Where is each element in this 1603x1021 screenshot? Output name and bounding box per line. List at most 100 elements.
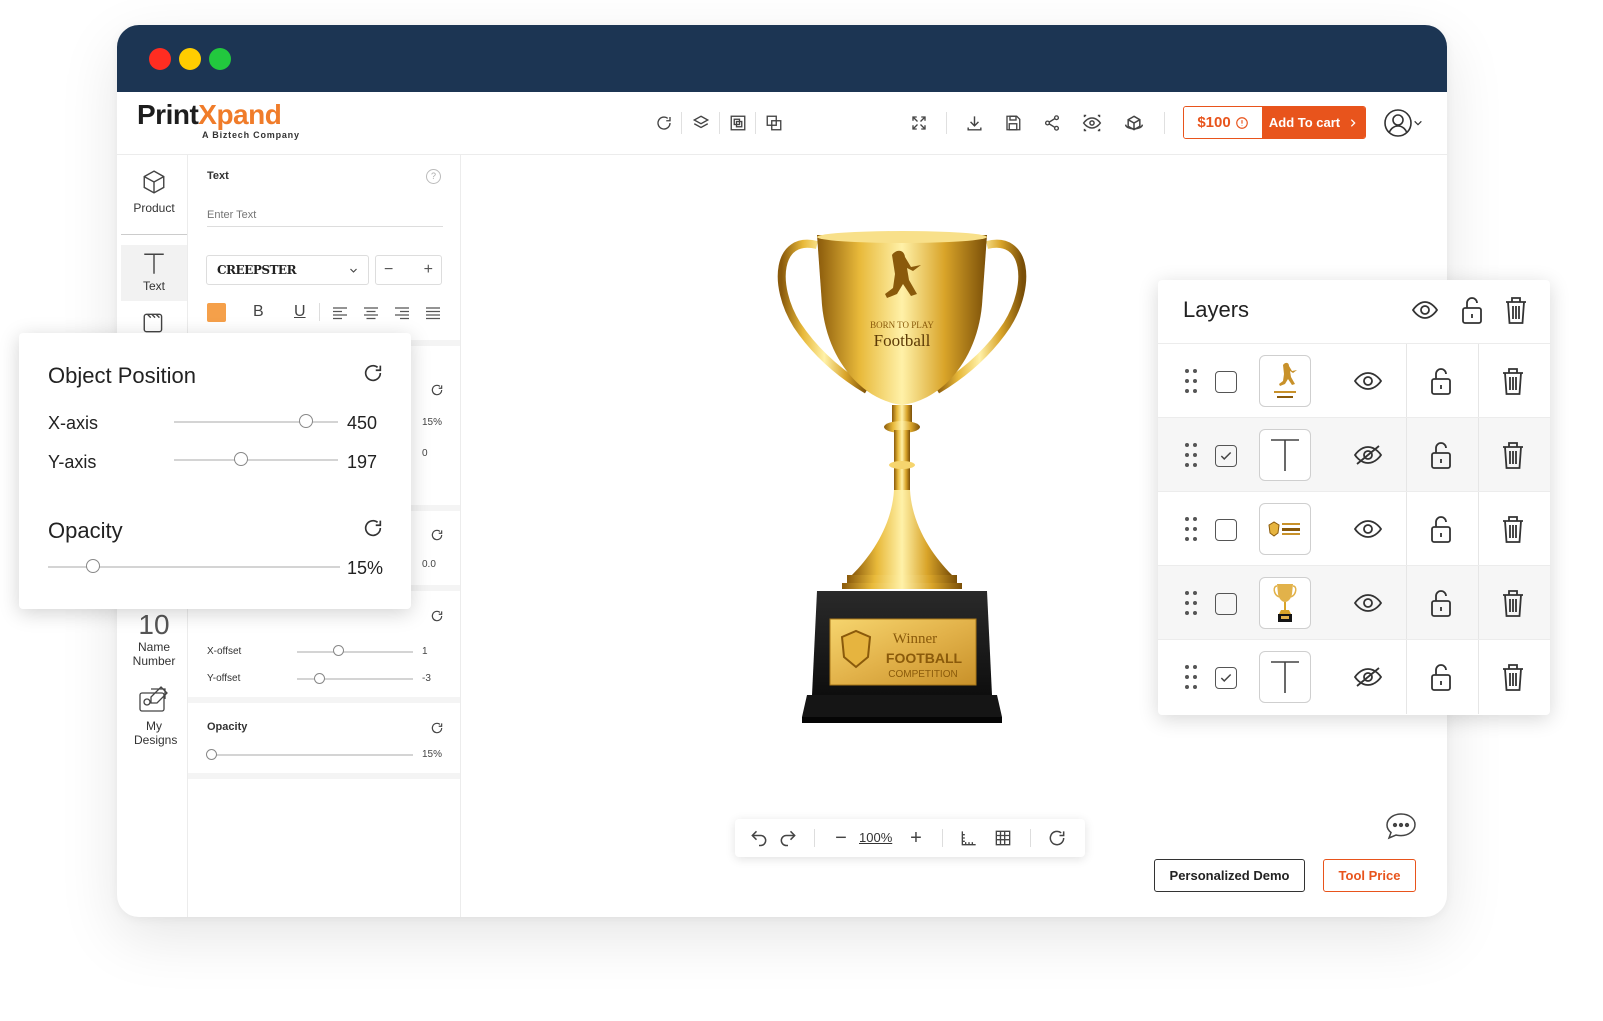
layers-icon[interactable] [690, 112, 712, 134]
nav-item-my-designs[interactable]: My Designs [121, 685, 187, 755]
x-offset-slider[interactable] [297, 651, 413, 653]
help-icon[interactable]: ? [426, 169, 441, 184]
opacity-slider-handle[interactable] [86, 559, 100, 573]
maximize-window-button[interactable] [209, 48, 231, 70]
layer-row[interactable] [1158, 491, 1550, 566]
fullscreen-icon[interactable] [908, 112, 930, 134]
undo-icon[interactable] [749, 828, 769, 848]
align-center-icon[interactable] [363, 305, 379, 321]
add-to-cart-button[interactable]: Add To cart [1262, 107, 1365, 138]
text-layer-thumbnail[interactable] [1259, 429, 1311, 481]
eye-off-icon[interactable] [1353, 444, 1383, 466]
user-menu[interactable] [1381, 108, 1425, 138]
align-right-icon[interactable] [394, 305, 410, 321]
lock-icon[interactable] [1429, 514, 1453, 544]
eye-icon[interactable] [1353, 592, 1383, 614]
layer-row[interactable] [1158, 565, 1550, 640]
reset-icon[interactable] [362, 517, 384, 539]
lock-icon[interactable] [1429, 366, 1453, 396]
trash-icon[interactable] [1501, 588, 1525, 618]
align-justify-icon[interactable] [425, 305, 441, 321]
zoom-level[interactable]: 100% [859, 830, 892, 845]
close-window-button[interactable] [149, 48, 171, 70]
player-logo-thumbnail[interactable] [1259, 355, 1311, 407]
redo-icon[interactable] [778, 828, 798, 848]
y-axis-slider-handle[interactable] [234, 452, 248, 466]
x-axis-slider[interactable] [174, 421, 338, 423]
layer-checkbox[interactable] [1215, 667, 1237, 689]
trash-icon[interactable] [1501, 662, 1525, 692]
lock-icon[interactable] [1429, 440, 1453, 470]
bold-button[interactable]: B [253, 303, 264, 321]
refresh-icon[interactable] [653, 112, 675, 134]
align-left-icon[interactable] [332, 305, 348, 321]
ruler-icon[interactable] [959, 828, 979, 848]
reset-icon[interactable] [430, 721, 444, 735]
personalized-demo-button[interactable]: Personalized Demo [1154, 859, 1305, 892]
x-offset-slider-handle[interactable] [333, 645, 344, 656]
increase-icon[interactable]: + [424, 261, 433, 279]
drag-handle-icon[interactable] [1184, 368, 1198, 394]
nav-item-product[interactable]: Product [121, 169, 187, 235]
layer-checkbox[interactable] [1215, 371, 1237, 393]
preview-icon[interactable] [1081, 112, 1103, 134]
reset-icon[interactable] [362, 362, 384, 384]
drag-handle-icon[interactable] [1184, 590, 1198, 616]
layer-row[interactable] [1158, 417, 1550, 492]
opacity-slider[interactable] [207, 754, 413, 756]
group-icon[interactable] [727, 112, 749, 134]
lock-icon[interactable] [1429, 662, 1453, 692]
eye-icon[interactable] [1411, 298, 1439, 322]
text-input[interactable] [207, 203, 443, 227]
nav-item-text[interactable]: Text [121, 245, 187, 301]
layer-row[interactable] [1158, 343, 1550, 418]
save-icon[interactable] [1002, 112, 1024, 134]
trash-icon[interactable] [1501, 440, 1525, 470]
layer-row[interactable] [1158, 639, 1550, 714]
download-icon[interactable] [963, 112, 985, 134]
reset-icon[interactable] [1047, 828, 1067, 848]
opacity-slider-handle[interactable] [206, 749, 217, 760]
reset-icon[interactable] [430, 383, 444, 397]
minimize-window-button[interactable] [179, 48, 201, 70]
font-select[interactable]: CREEPSTER [206, 255, 369, 285]
toolbar-divider [942, 829, 943, 847]
badge-thumbnail[interactable] [1259, 503, 1311, 555]
trash-icon[interactable] [1504, 295, 1528, 325]
price-display[interactable]: $100 [1184, 107, 1262, 138]
reset-icon[interactable] [430, 528, 444, 542]
lock-icon[interactable] [1460, 295, 1484, 325]
zoom-out-icon[interactable]: − [831, 827, 851, 849]
eye-off-icon[interactable] [1353, 666, 1383, 688]
font-size-stepper[interactable]: − + [375, 255, 442, 285]
trophy-thumbnail[interactable] [1259, 577, 1311, 629]
share-icon[interactable] [1041, 112, 1063, 134]
tool-price-button[interactable]: Tool Price [1323, 859, 1416, 892]
layer-checkbox[interactable] [1215, 593, 1237, 615]
y-offset-slider-handle[interactable] [314, 673, 325, 684]
nav-item-name-number[interactable]: 10 Name Number [121, 610, 187, 672]
brand-logo[interactable]: PrintXpand A Biztech Company [137, 100, 300, 141]
layer-checkbox[interactable] [1215, 445, 1237, 467]
grid-icon[interactable] [993, 828, 1013, 848]
3d-view-icon[interactable] [1123, 112, 1145, 134]
eye-icon[interactable] [1353, 518, 1383, 540]
text-layer-thumbnail[interactable] [1259, 651, 1311, 703]
x-axis-slider-handle[interactable] [299, 414, 313, 428]
lock-icon[interactable] [1429, 588, 1453, 618]
underline-button[interactable]: U [294, 303, 306, 321]
drag-handle-icon[interactable] [1184, 442, 1198, 468]
zoom-in-icon[interactable]: + [906, 827, 926, 849]
text-color-swatch[interactable] [207, 303, 226, 322]
drag-handle-icon[interactable] [1184, 516, 1198, 542]
reset-icon[interactable] [430, 609, 444, 623]
layer-checkbox[interactable] [1215, 519, 1237, 541]
ungroup-icon[interactable] [763, 112, 785, 134]
trash-icon[interactable] [1501, 366, 1525, 396]
y-axis-slider[interactable] [174, 459, 338, 461]
eye-icon[interactable] [1353, 370, 1383, 392]
trash-icon[interactable] [1501, 514, 1525, 544]
chat-icon[interactable] [1384, 811, 1418, 841]
drag-handle-icon[interactable] [1184, 664, 1198, 690]
decrease-icon[interactable]: − [384, 261, 393, 279]
